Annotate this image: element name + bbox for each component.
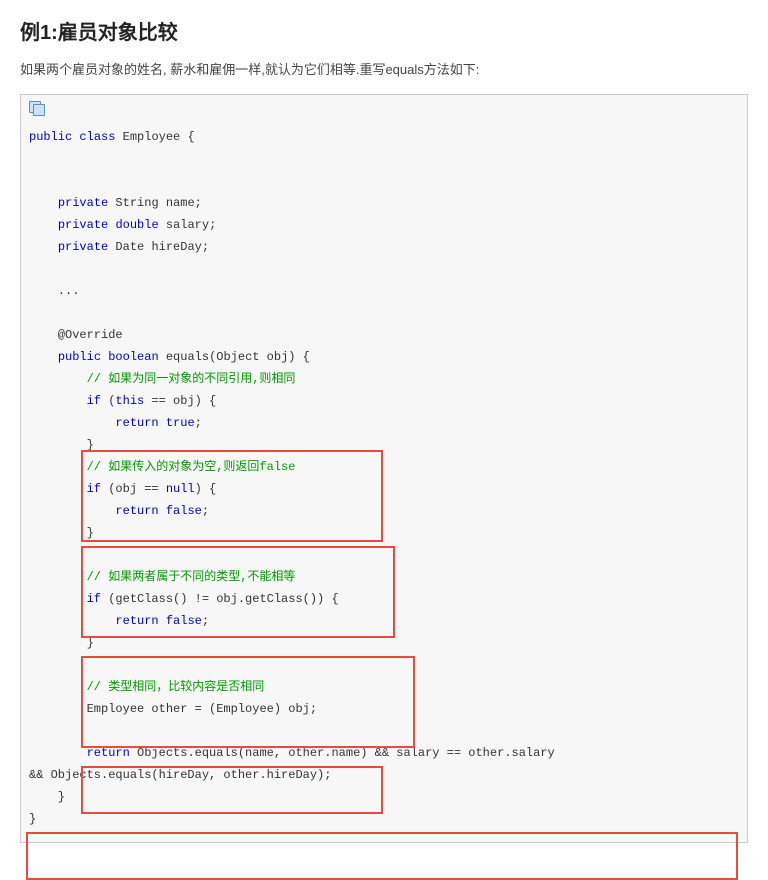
description-text: 如果两个雇员对象的姓名, 薪水和雇佣一样,就认为它们相等.重写equals方法如… [20, 59, 748, 78]
heading: 例1:雇员对象比较 [20, 16, 748, 45]
code-content: public class Employee { private String n… [21, 122, 747, 842]
copy-icon[interactable] [29, 101, 45, 115]
code-block: public class Employee { private String n… [20, 94, 748, 843]
code-toolbar [21, 95, 747, 122]
